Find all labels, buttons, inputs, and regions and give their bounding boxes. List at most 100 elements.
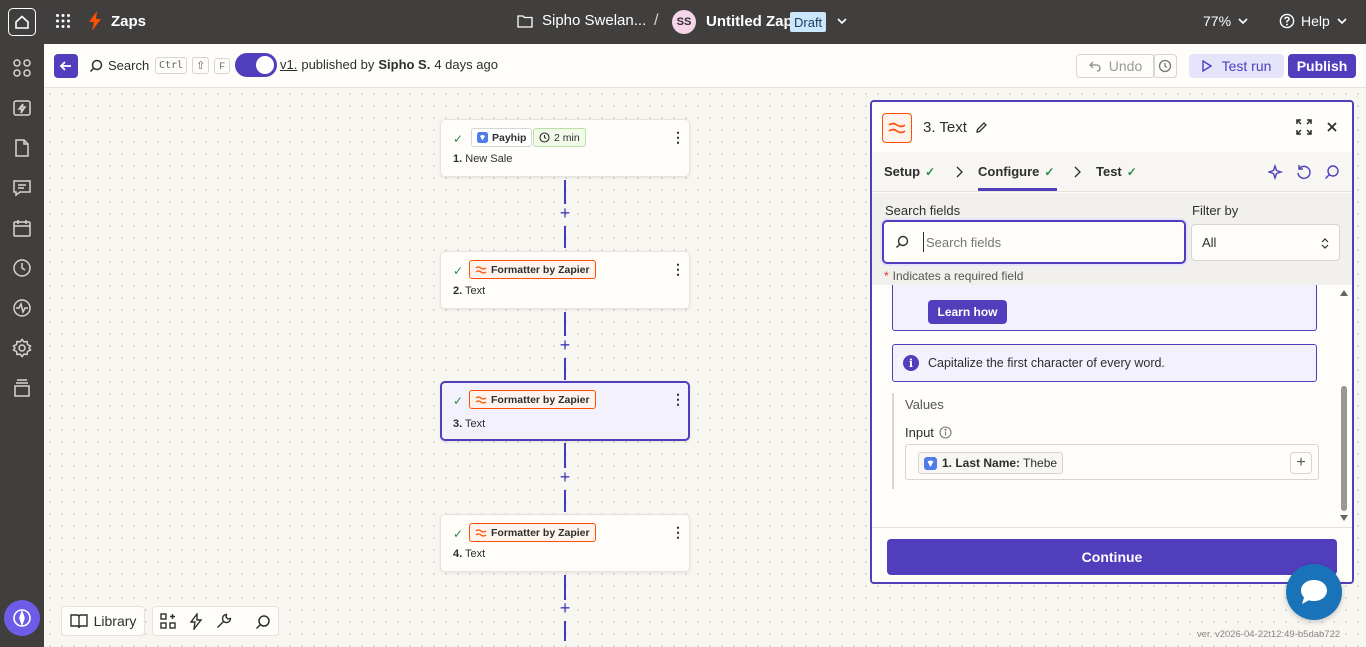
search-button[interactable]: Search [89, 58, 149, 73]
search-fields-input[interactable] [923, 232, 1173, 252]
payhip-icon [477, 132, 488, 143]
info-circle-icon[interactable] [939, 426, 952, 439]
bolt-icon[interactable] [189, 613, 203, 630]
tab-label: Test [1096, 164, 1122, 179]
undo-button[interactable]: Undo [1076, 54, 1155, 78]
more-options-icon[interactable]: ⋮ [671, 392, 685, 406]
active-tab-indicator [978, 188, 1057, 191]
grid-plus-icon[interactable] [160, 613, 176, 629]
chevron-right-icon [956, 166, 963, 178]
formatter-icon [888, 122, 906, 134]
check-icon: ✓ [925, 164, 936, 179]
wrench-icon[interactable] [216, 613, 232, 629]
scrollbar-thumb[interactable] [1341, 386, 1347, 511]
app-badge: Formatter by Zapier [469, 523, 596, 542]
help-button[interactable]: Help [1279, 13, 1348, 29]
tab-test[interactable]: Test ✓ [1096, 164, 1137, 179]
calendar-icon[interactable] [12, 218, 32, 238]
refresh-icon[interactable] [1296, 164, 1312, 180]
filter-value: All [1202, 235, 1217, 250]
add-step-button[interactable]: + [557, 599, 573, 617]
top-bar: Zaps Sipho Swelan... / SS Untitled Zap D… [0, 0, 1366, 44]
learn-how-button[interactable]: Learn how [928, 300, 1007, 324]
filter-select[interactable]: All [1191, 224, 1340, 261]
chat-icon[interactable] [12, 178, 32, 198]
chevron-down-icon [837, 18, 847, 25]
more-options-icon[interactable]: ⋮ [671, 262, 685, 276]
zap-menu-button[interactable] [836, 13, 848, 29]
settings-icon[interactable] [12, 338, 32, 358]
input-label: Input [905, 425, 934, 440]
history-button[interactable] [1153, 54, 1177, 78]
library-button[interactable]: Library [61, 606, 145, 636]
more-options-icon[interactable]: ⋮ [671, 130, 685, 144]
add-step-button[interactable]: + [557, 204, 573, 222]
activity-icon[interactable] [12, 298, 32, 318]
step-node-1[interactable]: ✓ Payhip 2 min 1. New Sale ⋮ [440, 119, 690, 177]
avatar[interactable]: SS [672, 10, 696, 34]
sort-icon [1321, 238, 1329, 249]
payhip-icon [924, 456, 937, 470]
home-icon [15, 15, 29, 29]
publish-button[interactable]: Publish [1288, 54, 1356, 78]
scroll-up-icon[interactable] [1340, 290, 1348, 296]
app-badge: Formatter by Zapier [469, 260, 596, 279]
search-icon[interactable] [255, 614, 271, 630]
ai-sparkle-icon[interactable] [1268, 164, 1284, 180]
folder-breadcrumb[interactable]: Sipho Swelan... [517, 12, 646, 29]
zoom-control[interactable]: 77% [1203, 13, 1249, 29]
search-icon [896, 235, 909, 248]
search-shortcut: Ctrl ⇧ F [155, 57, 230, 74]
info-icon: i [903, 355, 919, 371]
test-run-button[interactable]: Test run [1189, 54, 1284, 78]
check-icon: ✓ [1126, 164, 1137, 179]
chip-value: Thebe [1023, 456, 1058, 470]
tab-label: Configure [978, 164, 1040, 179]
check-icon: ✓ [453, 527, 464, 541]
connector-line [564, 358, 566, 380]
pencil-icon[interactable] [975, 121, 988, 134]
tab-configure[interactable]: Configure ✓ [978, 164, 1054, 179]
bolt-icon [89, 11, 101, 31]
document-icon[interactable] [12, 138, 32, 158]
tab-label: Setup [884, 164, 921, 179]
continue-button[interactable]: Continue [887, 539, 1337, 575]
apps-icon[interactable] [12, 58, 32, 78]
step-node-2[interactable]: ✓ Formatter by Zapier 2. Text ⋮ [440, 251, 690, 309]
folder-name: Sipho Swelan... [542, 12, 647, 29]
scroll-down-icon[interactable] [1340, 515, 1348, 521]
folder-icon [517, 14, 533, 28]
zap-name[interactable]: Untitled Zap [706, 13, 793, 30]
version-link[interactable]: v1. [280, 57, 297, 72]
expand-icon[interactable] [1296, 119, 1312, 135]
back-button[interactable] [54, 54, 78, 78]
step-node-3[interactable]: ✓ Formatter by Zapier 3. Text ⋮ [440, 381, 690, 441]
zaps-nav[interactable]: Zaps [88, 11, 146, 31]
search-icon[interactable] [1324, 164, 1340, 180]
formatter-app-icon [882, 113, 912, 143]
chevron-down-icon [1238, 18, 1248, 25]
check-icon: ✓ [453, 264, 464, 278]
tab-setup[interactable]: Setup ✓ [884, 164, 935, 179]
insert-data-button[interactable]: + [1290, 452, 1312, 474]
input-field[interactable]: 1. Last Name: Thebe + [905, 444, 1319, 480]
layers-icon[interactable] [12, 378, 32, 398]
history-icon[interactable] [12, 258, 32, 278]
search-label: Search [108, 58, 150, 73]
values-group: Values Input 1. Last Name: Thebe + [892, 393, 1319, 489]
more-options-icon[interactable]: ⋮ [671, 525, 685, 539]
add-step-button[interactable]: + [557, 468, 573, 486]
zaps-icon[interactable] [12, 98, 32, 118]
home-button[interactable] [8, 8, 36, 36]
publish-toggle[interactable] [235, 53, 277, 77]
scrollbar[interactable] [1339, 285, 1349, 526]
add-step-button[interactable]: + [557, 336, 573, 354]
fields-scroll-area[interactable]: Learn how i Capitalize the first charact… [872, 285, 1352, 526]
mapped-value-chip[interactable]: 1. Last Name: Thebe [918, 452, 1064, 474]
explore-button[interactable] [4, 600, 40, 636]
close-icon[interactable] [1327, 122, 1337, 132]
app-grid-button[interactable] [55, 13, 71, 29]
step-node-4[interactable]: ✓ Formatter by Zapier 4. Text ⋮ [440, 514, 690, 572]
search-fields-input-wrap[interactable] [882, 220, 1186, 264]
support-chat-button[interactable] [1286, 564, 1342, 620]
